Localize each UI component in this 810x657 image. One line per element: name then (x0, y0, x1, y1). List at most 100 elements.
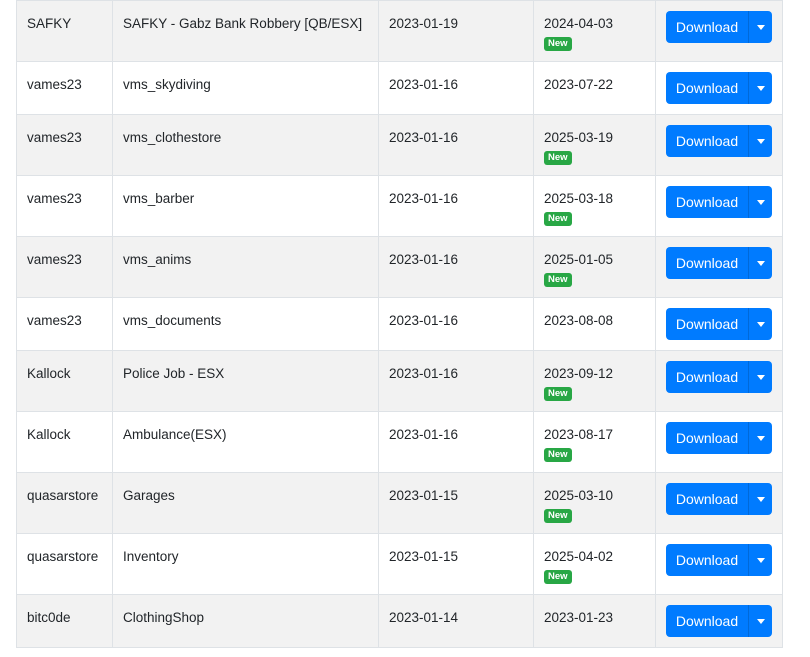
download-button-group: Download (666, 544, 772, 576)
author-cell: vames23 (16, 61, 113, 115)
resources-table-container: SAFKY SAFKY - Gabz Bank Robbery [QB/ESX] 2… (16, 0, 783, 652)
author-cell: quasarstore (16, 533, 113, 595)
table-body: SAFKY SAFKY - Gabz Bank Robbery [QB/ESX] 2… (16, 0, 783, 648)
download-button[interactable]: Download (666, 247, 748, 279)
new-badge: New (544, 151, 572, 165)
action-cell: Download (655, 472, 783, 534)
caret-down-icon (756, 435, 765, 441)
new-badge: New (544, 570, 572, 584)
download-button[interactable]: Download (666, 125, 748, 157)
download-dropdown-toggle[interactable] (748, 544, 772, 576)
updated-date-cell: 2023-08-17 New (533, 411, 656, 473)
updated-date: 2023-01-23 (544, 610, 614, 625)
download-dropdown-toggle[interactable] (748, 483, 772, 515)
download-button-group: Download (666, 72, 772, 104)
download-dropdown-toggle[interactable] (748, 72, 772, 104)
download-dropdown-toggle[interactable] (748, 308, 772, 340)
download-dropdown-toggle[interactable] (748, 186, 772, 218)
table-row: vames23 vms_barber 2023-01-16 2025-03-18 New… (16, 175, 783, 237)
caret-down-icon (756, 557, 765, 563)
table-row: Kallock Ambulance(ESX) 2023-01-16 2023-08-1… (16, 411, 783, 473)
created-date-cell: 2023-01-16 (378, 350, 534, 412)
new-badge: New (544, 273, 572, 287)
caret-down-icon (756, 85, 765, 91)
created-date-cell: 2023-01-15 (378, 472, 534, 534)
table-row: bitc0de ClothingShop 2023-01-14 2023-01-23 D… (16, 594, 783, 648)
resources-table: SAFKY SAFKY - Gabz Bank Robbery [QB/ESX] 2… (16, 0, 783, 648)
download-dropdown-toggle[interactable] (748, 605, 772, 637)
updated-date: 2023-09-12 (544, 366, 614, 381)
download-button-group: Download (666, 308, 772, 340)
download-button[interactable]: Download (666, 308, 748, 340)
resource-name-cell: Garages (112, 472, 379, 534)
download-dropdown-toggle[interactable] (748, 422, 772, 454)
resource-name-cell: vms_clothestore (112, 114, 379, 176)
created-date-cell: 2023-01-15 (378, 533, 534, 595)
created-date-cell: 2023-01-16 (378, 236, 534, 298)
download-button[interactable]: Download (666, 483, 748, 515)
action-cell: Download (655, 594, 783, 648)
author-cell: vames23 (16, 297, 113, 351)
action-cell: Download (655, 533, 783, 595)
table-row: vames23 vms_clothestore 2023-01-16 2025-03-… (16, 114, 783, 176)
author-cell: bitc0de (16, 594, 113, 648)
download-button-group: Download (666, 247, 772, 279)
new-badge: New (544, 509, 572, 523)
updated-date-cell: 2023-09-12 New (533, 350, 656, 412)
action-cell: Download (655, 297, 783, 351)
new-badge: New (544, 212, 572, 226)
created-date-cell: 2023-01-16 (378, 411, 534, 473)
updated-date: 2023-08-08 (544, 313, 614, 328)
created-date-cell: 2023-01-16 (378, 297, 534, 351)
download-button[interactable]: Download (666, 361, 748, 393)
author-cell: vames23 (16, 114, 113, 176)
download-button[interactable]: Download (666, 72, 748, 104)
download-button[interactable]: Download (666, 422, 748, 454)
updated-date-cell: 2023-01-23 (533, 594, 656, 648)
download-dropdown-toggle[interactable] (748, 125, 772, 157)
new-badge: New (544, 448, 572, 462)
created-date-cell: 2023-01-16 (378, 61, 534, 115)
download-button[interactable]: Download (666, 605, 748, 637)
download-button[interactable]: Download (666, 11, 748, 43)
updated-date: 2025-03-19 (544, 130, 614, 145)
download-button-group: Download (666, 11, 772, 43)
author-cell: vames23 (16, 175, 113, 237)
resource-name-cell: ClothingShop (112, 594, 379, 648)
table-row: Kallock Police Job - ESX 2023-01-16 2023-09… (16, 350, 783, 412)
updated-date: 2024-04-03 (544, 16, 614, 31)
updated-date: 2025-03-18 (544, 191, 614, 206)
caret-down-icon (756, 618, 765, 624)
resource-name-cell: vms_skydiving (112, 61, 379, 115)
caret-down-icon (756, 138, 765, 144)
updated-date: 2025-04-02 (544, 549, 614, 564)
download-button-group: Download (666, 605, 772, 637)
download-dropdown-toggle[interactable] (748, 247, 772, 279)
updated-date-cell: 2024-04-03 New (533, 0, 656, 62)
author-cell: SAFKY (16, 0, 113, 62)
download-dropdown-toggle[interactable] (748, 11, 772, 43)
download-button[interactable]: Download (666, 186, 748, 218)
new-badge: New (544, 387, 572, 401)
resource-name-cell: vms_barber (112, 175, 379, 237)
action-cell: Download (655, 411, 783, 473)
created-date-cell: 2023-01-16 (378, 175, 534, 237)
author-cell: Kallock (16, 411, 113, 473)
resource-name-cell: Inventory (112, 533, 379, 595)
download-button-group: Download (666, 125, 772, 157)
action-cell: Download (655, 114, 783, 176)
author-cell: Kallock (16, 350, 113, 412)
action-cell: Download (655, 236, 783, 298)
download-dropdown-toggle[interactable] (748, 361, 772, 393)
caret-down-icon (756, 199, 765, 205)
updated-date-cell: 2025-03-18 New (533, 175, 656, 237)
table-row: SAFKY SAFKY - Gabz Bank Robbery [QB/ESX] 2… (16, 0, 783, 62)
download-button[interactable]: Download (666, 544, 748, 576)
new-badge: New (544, 37, 572, 51)
updated-date: 2023-08-17 (544, 427, 614, 442)
updated-date-cell: 2023-07-22 (533, 61, 656, 115)
updated-date-cell: 2025-01-05 New (533, 236, 656, 298)
download-button-group: Download (666, 483, 772, 515)
caret-down-icon (756, 321, 765, 327)
resource-name-cell: Police Job - ESX (112, 350, 379, 412)
